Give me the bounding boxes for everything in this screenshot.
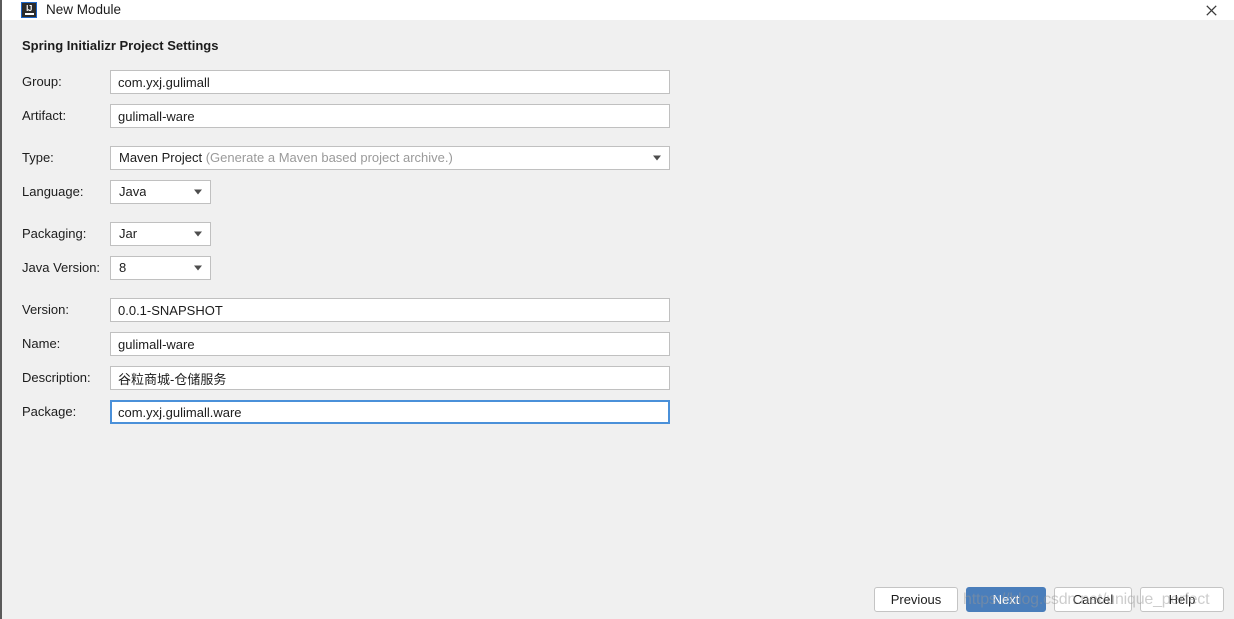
packaging-label: Packaging: xyxy=(22,226,87,241)
type-combobox[interactable]: Maven Project (Generate a Maven based pr… xyxy=(110,146,670,170)
language-value: Java xyxy=(119,184,147,199)
packaging-value: Jar xyxy=(119,226,138,241)
group-label: Group: xyxy=(22,74,62,89)
java-version-label: Java Version: xyxy=(22,260,101,275)
chevron-down-icon xyxy=(194,265,202,271)
version-input[interactable] xyxy=(110,298,670,322)
window-title: New Module xyxy=(46,2,122,17)
type-hint: (Generate a Maven based project archive.… xyxy=(205,150,453,165)
java-version-value: 8 xyxy=(119,260,127,275)
intellij-idea-icon: IJ xyxy=(21,2,37,18)
previous-button[interactable]: Previous xyxy=(874,587,958,612)
new-module-dialog: IJ New Module Spring Initializr Project … xyxy=(0,0,1234,619)
chevron-down-icon xyxy=(653,155,661,161)
type-label: Type: xyxy=(22,150,54,165)
java-version-combobox[interactable]: 8 xyxy=(110,256,211,280)
close-icon[interactable] xyxy=(1188,0,1234,20)
chevron-down-icon xyxy=(194,189,202,195)
name-label: Name: xyxy=(22,336,61,351)
group-input[interactable] xyxy=(110,70,670,94)
artifact-input[interactable] xyxy=(110,104,670,128)
window-left-border xyxy=(0,0,2,619)
cancel-button[interactable]: Cancel xyxy=(1054,587,1132,612)
language-combobox[interactable]: Java xyxy=(110,180,211,204)
page-title: Spring Initializr Project Settings xyxy=(22,38,219,53)
packaging-combobox[interactable]: Jar xyxy=(110,222,211,246)
language-label: Language: xyxy=(22,184,84,199)
name-input[interactable] xyxy=(110,332,670,356)
next-button[interactable]: Next xyxy=(966,587,1046,612)
title-bar: IJ New Module xyxy=(2,0,1234,20)
chevron-down-icon xyxy=(194,231,202,237)
version-label: Version: xyxy=(22,302,69,317)
package-input[interactable] xyxy=(110,400,670,424)
description-input[interactable] xyxy=(110,366,670,390)
package-label: Package: xyxy=(22,404,77,419)
description-label: Description: xyxy=(22,370,91,385)
help-button[interactable]: Help xyxy=(1140,587,1224,612)
type-value: Maven Project xyxy=(119,150,203,165)
artifact-label: Artifact: xyxy=(22,108,67,123)
